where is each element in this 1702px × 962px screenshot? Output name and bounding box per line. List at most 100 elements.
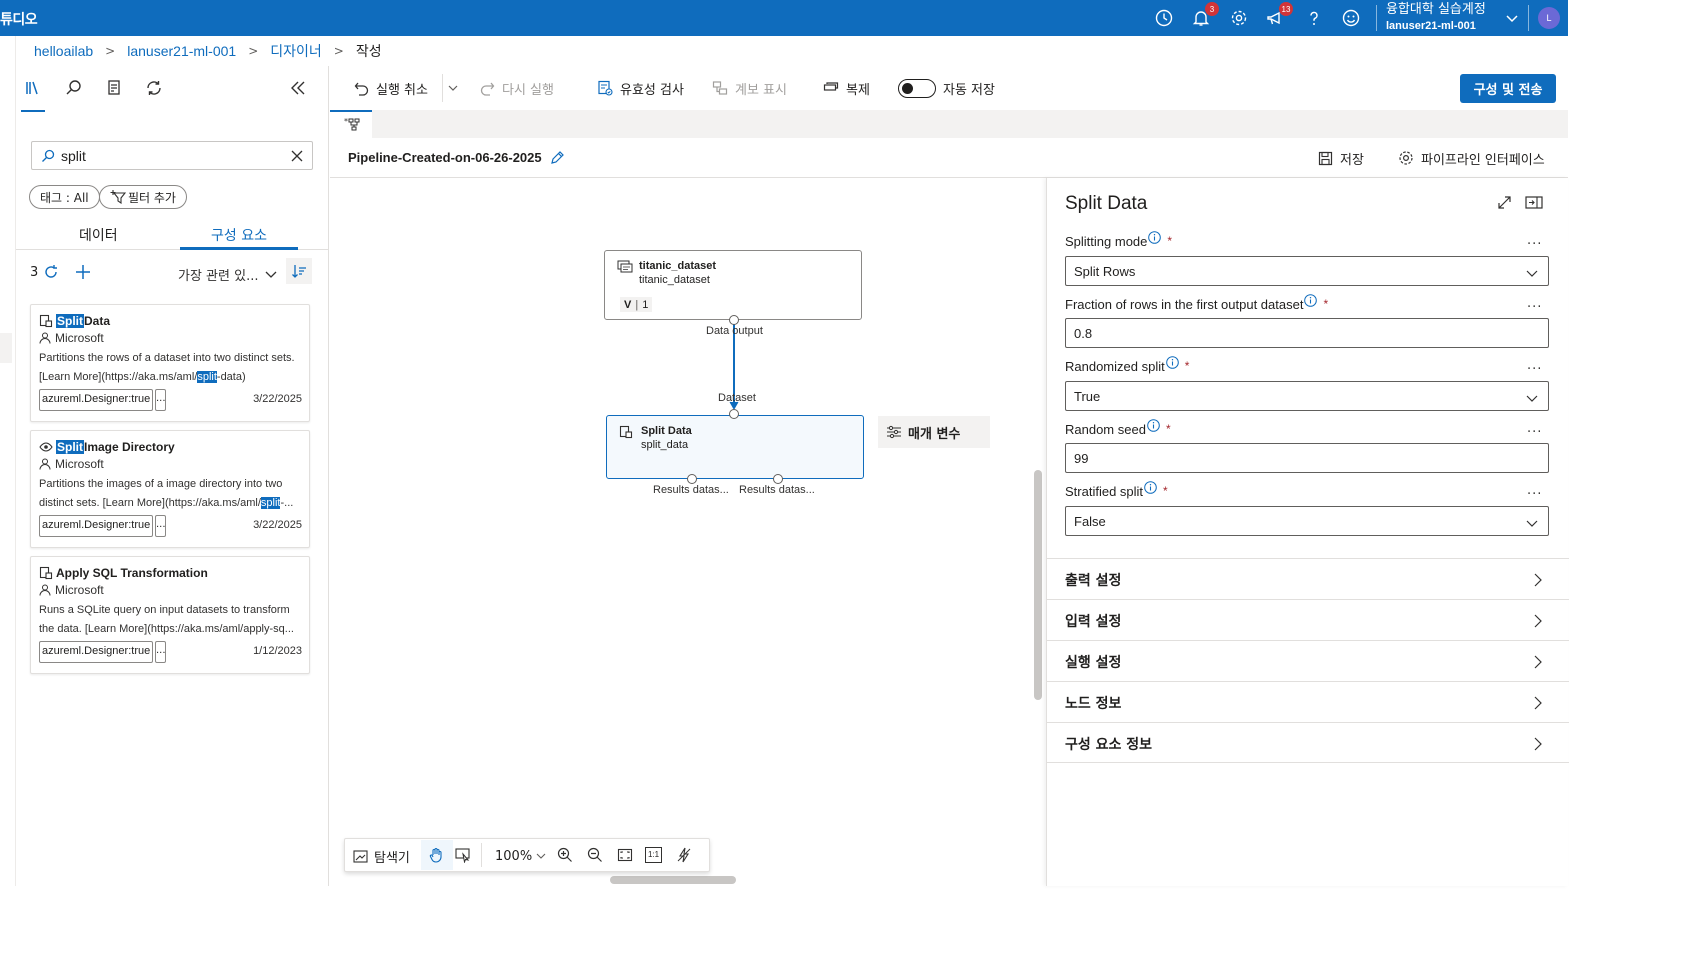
field-more-button[interactable]: ... bbox=[1527, 233, 1542, 248]
section-node-info[interactable]: 노드 정보 bbox=[1047, 681, 1569, 722]
field-more-button[interactable]: ... bbox=[1527, 296, 1542, 311]
zoom-in-icon[interactable] bbox=[557, 847, 573, 863]
random-seed-input[interactable]: 99 bbox=[1065, 443, 1549, 473]
configure-and-submit-button[interactable]: 구성 및 전송 bbox=[1460, 74, 1556, 103]
clone-button[interactable]: 복제 bbox=[823, 79, 870, 98]
search-icon[interactable] bbox=[64, 78, 84, 98]
expand-icon[interactable] bbox=[1497, 195, 1512, 210]
undo-button[interactable]: 실행 취소 bbox=[354, 79, 428, 98]
autosave-toggle[interactable] bbox=[898, 79, 936, 98]
component-card-split-image-directory[interactable]: Split Image Directory Microsoft Partitio… bbox=[30, 430, 310, 548]
card-more-tags[interactable]: ... bbox=[155, 515, 166, 537]
info-icon[interactable] bbox=[1147, 419, 1160, 432]
library-tabs: 데이터 구성 요소 bbox=[16, 220, 329, 250]
chevron-down-icon[interactable] bbox=[1502, 8, 1522, 28]
avatar[interactable]: L bbox=[1538, 7, 1560, 29]
stratified-split-dropdown[interactable]: False bbox=[1065, 506, 1549, 536]
info-icon[interactable] bbox=[1144, 481, 1157, 494]
node-split-data[interactable]: Split Data split_data bbox=[606, 415, 864, 479]
save-button[interactable]: 저장 bbox=[1318, 149, 1364, 168]
breadcrumb-item-workspace[interactable]: lanuser21-ml-001 bbox=[127, 43, 236, 59]
info-icon[interactable] bbox=[1304, 294, 1318, 307]
zoom-level: 100% bbox=[495, 848, 533, 864]
tab-pipeline-draft[interactable]: * bbox=[330, 110, 372, 140]
port-label-dataset: Dataset bbox=[718, 392, 756, 404]
card-tag[interactable]: azureml.Designer:true bbox=[39, 641, 154, 663]
section-run-settings[interactable]: 실행 설정 bbox=[1047, 640, 1569, 681]
notifications-icon[interactable]: 3 bbox=[1191, 2, 1219, 28]
account-switcher[interactable]: 융합대학 실습계정 lanuser21-ml-001 bbox=[1386, 1, 1486, 35]
output-port-results-2[interactable] bbox=[773, 474, 783, 484]
add-icon[interactable] bbox=[74, 263, 92, 281]
card-more-tags[interactable]: ... bbox=[155, 641, 166, 663]
horizontal-scrollbar[interactable] bbox=[610, 876, 736, 884]
redo-button[interactable]: 다시 실행 bbox=[480, 79, 554, 98]
randomized-split-dropdown[interactable]: True bbox=[1065, 381, 1549, 411]
designer-canvas[interactable]: titanic_dataset titanic_dataset V | 1 Da… bbox=[330, 178, 1046, 886]
sort-dropdown[interactable]: 가장 관련 있... bbox=[178, 265, 258, 284]
feedback-smiley-icon[interactable] bbox=[1341, 8, 1361, 28]
select-mode-icon[interactable] bbox=[455, 847, 471, 863]
node-subtitle: titanic_dataset bbox=[639, 274, 710, 286]
breadcrumb-item-designer[interactable]: 디자이너 bbox=[270, 41, 322, 61]
required-asterisk: * bbox=[1165, 422, 1171, 436]
collapse-panel-icon[interactable] bbox=[288, 78, 308, 98]
output-port-results-1[interactable] bbox=[687, 474, 697, 484]
help-icon[interactable] bbox=[1304, 8, 1324, 28]
add-filter-button[interactable]: 필터 추가 bbox=[99, 185, 187, 209]
actual-size-button[interactable]: 1:1 bbox=[645, 847, 662, 863]
card-more-tags[interactable]: ... bbox=[155, 389, 166, 411]
hand-pan-icon[interactable] bbox=[428, 847, 444, 863]
component-search-input[interactable]: split bbox=[31, 141, 313, 170]
field-more-button[interactable]: ... bbox=[1527, 483, 1542, 498]
sort-direction-button[interactable] bbox=[286, 258, 312, 284]
settings-icon[interactable] bbox=[1229, 8, 1249, 28]
zoom-level-dropdown[interactable]: 100% bbox=[495, 847, 546, 865]
card-tag[interactable]: azureml.Designer:true bbox=[39, 515, 154, 537]
card-tag[interactable]: azureml.Designer:true bbox=[39, 389, 154, 411]
input-port-dataset[interactable] bbox=[729, 409, 739, 419]
validate-button[interactable]: 유효성 검사 bbox=[597, 79, 684, 98]
component-card-split-data[interactable]: Split Data Microsoft Partitions the rows… bbox=[30, 304, 310, 422]
node-titanic-dataset[interactable]: titanic_dataset titanic_dataset V | 1 bbox=[604, 250, 862, 320]
refresh-icon[interactable] bbox=[42, 263, 60, 281]
port-label-data-output: Data output bbox=[706, 325, 763, 337]
section-input-settings[interactable]: 입력 설정 bbox=[1047, 599, 1569, 640]
zoom-out-icon[interactable] bbox=[587, 847, 603, 863]
info-icon[interactable] bbox=[1165, 356, 1179, 369]
chevron-down-icon[interactable] bbox=[448, 83, 458, 93]
card-desc-line: the data. [Learn More](https://aka.ms/am… bbox=[39, 623, 294, 635]
actual-size-label: 1:1 bbox=[647, 850, 660, 859]
parameters-chip[interactable]: 매개 변수 bbox=[878, 416, 990, 448]
tag-filter-pill[interactable]: 태그 : All bbox=[29, 185, 100, 209]
vertical-scrollbar[interactable] bbox=[1034, 470, 1042, 700]
field-more-button[interactable]: ... bbox=[1527, 421, 1542, 436]
tab-data[interactable]: 데이터 bbox=[79, 225, 118, 245]
field-more-button[interactable]: ... bbox=[1527, 358, 1542, 373]
info-icon[interactable] bbox=[1148, 231, 1162, 244]
section-output-settings[interactable]: 출력 설정 bbox=[1047, 558, 1569, 599]
output-port-data[interactable] bbox=[729, 315, 739, 325]
edit-pencil-icon[interactable] bbox=[550, 150, 565, 165]
chevron-down-icon[interactable] bbox=[264, 267, 278, 281]
splitting-mode-dropdown[interactable]: Split Rows bbox=[1065, 256, 1549, 286]
dock-panel-icon[interactable] bbox=[1525, 195, 1543, 210]
tab-components[interactable]: 구성 요소 bbox=[211, 225, 267, 245]
show-lineage-button[interactable]: 계보 표시 bbox=[712, 79, 787, 98]
component-card-apply-sql-transformation[interactable]: Apply SQL Transformation Microsoft Runs … bbox=[30, 556, 310, 674]
pipeline-interface-button[interactable]: 파이프라인 인터페이스 bbox=[1398, 149, 1545, 168]
card-title-text: Data bbox=[84, 314, 111, 328]
breadcrumb-item-helloailab[interactable]: helloailab bbox=[34, 43, 93, 59]
auto-layout-icon[interactable] bbox=[676, 847, 692, 863]
catalog-icon[interactable] bbox=[105, 78, 125, 98]
refresh-icon[interactable] bbox=[144, 78, 164, 98]
clear-search-icon[interactable] bbox=[291, 150, 303, 162]
section-label: 구성 요소 정보 bbox=[1065, 737, 1153, 753]
announcement-icon[interactable]: 13 bbox=[1265, 2, 1293, 28]
explorer-button[interactable]: 탐색기 bbox=[353, 847, 410, 866]
section-component-info[interactable]: 구성 요소 정보 bbox=[1047, 722, 1569, 763]
fraction-input[interactable]: 0.8 bbox=[1065, 318, 1549, 348]
library-icon[interactable] bbox=[21, 78, 45, 112]
history-icon[interactable] bbox=[1154, 8, 1174, 28]
fit-to-screen-icon[interactable] bbox=[617, 847, 633, 863]
